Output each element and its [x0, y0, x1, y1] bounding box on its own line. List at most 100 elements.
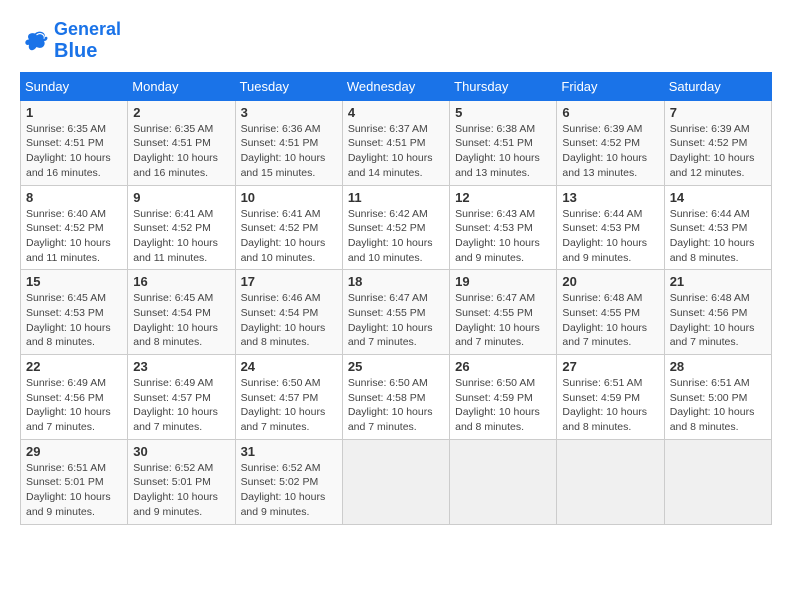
calendar-cell: 21 Sunrise: 6:48 AM Sunset: 4:56 PM Dayl… [664, 270, 771, 355]
calendar-cell: 9 Sunrise: 6:41 AM Sunset: 4:52 PM Dayli… [128, 185, 235, 270]
calendar-cell: 27 Sunrise: 6:51 AM Sunset: 4:59 PM Dayl… [557, 355, 664, 440]
page-header: General Blue [20, 20, 772, 62]
weekday-header-saturday: Saturday [664, 72, 771, 100]
calendar-cell: 30 Sunrise: 6:52 AM Sunset: 5:01 PM Dayl… [128, 439, 235, 524]
calendar-cell [450, 439, 557, 524]
day-number: 2 [133, 105, 229, 120]
weekday-header-tuesday: Tuesday [235, 72, 342, 100]
calendar-cell: 15 Sunrise: 6:45 AM Sunset: 4:53 PM Dayl… [21, 270, 128, 355]
calendar-cell: 14 Sunrise: 6:44 AM Sunset: 4:53 PM Dayl… [664, 185, 771, 270]
day-number: 1 [26, 105, 122, 120]
day-info: Sunrise: 6:52 AM Sunset: 5:01 PM Dayligh… [133, 461, 229, 520]
calendar-table: SundayMondayTuesdayWednesdayThursdayFrid… [20, 72, 772, 525]
day-info: Sunrise: 6:48 AM Sunset: 4:55 PM Dayligh… [562, 291, 658, 350]
day-info: Sunrise: 6:50 AM Sunset: 4:59 PM Dayligh… [455, 376, 551, 435]
day-number: 18 [348, 274, 444, 289]
day-info: Sunrise: 6:51 AM Sunset: 5:00 PM Dayligh… [670, 376, 766, 435]
day-number: 31 [241, 444, 337, 459]
day-info: Sunrise: 6:35 AM Sunset: 4:51 PM Dayligh… [26, 122, 122, 181]
day-info: Sunrise: 6:39 AM Sunset: 4:52 PM Dayligh… [670, 122, 766, 181]
calendar-cell: 18 Sunrise: 6:47 AM Sunset: 4:55 PM Dayl… [342, 270, 449, 355]
calendar-cell [664, 439, 771, 524]
weekday-header-sunday: Sunday [21, 72, 128, 100]
day-number: 30 [133, 444, 229, 459]
day-info: Sunrise: 6:35 AM Sunset: 4:51 PM Dayligh… [133, 122, 229, 181]
calendar-cell: 19 Sunrise: 6:47 AM Sunset: 4:55 PM Dayl… [450, 270, 557, 355]
day-number: 7 [670, 105, 766, 120]
day-info: Sunrise: 6:50 AM Sunset: 4:58 PM Dayligh… [348, 376, 444, 435]
calendar-cell: 22 Sunrise: 6:49 AM Sunset: 4:56 PM Dayl… [21, 355, 128, 440]
calendar-cell: 1 Sunrise: 6:35 AM Sunset: 4:51 PM Dayli… [21, 100, 128, 185]
weekday-header-wednesday: Wednesday [342, 72, 449, 100]
day-number: 28 [670, 359, 766, 374]
day-info: Sunrise: 6:51 AM Sunset: 5:01 PM Dayligh… [26, 461, 122, 520]
day-info: Sunrise: 6:43 AM Sunset: 4:53 PM Dayligh… [455, 207, 551, 266]
calendar-cell [557, 439, 664, 524]
day-number: 17 [241, 274, 337, 289]
calendar-cell: 25 Sunrise: 6:50 AM Sunset: 4:58 PM Dayl… [342, 355, 449, 440]
day-info: Sunrise: 6:51 AM Sunset: 4:59 PM Dayligh… [562, 376, 658, 435]
logo-icon [20, 26, 50, 56]
day-info: Sunrise: 6:46 AM Sunset: 4:54 PM Dayligh… [241, 291, 337, 350]
day-number: 23 [133, 359, 229, 374]
calendar-cell: 8 Sunrise: 6:40 AM Sunset: 4:52 PM Dayli… [21, 185, 128, 270]
calendar-cell: 17 Sunrise: 6:46 AM Sunset: 4:54 PM Dayl… [235, 270, 342, 355]
day-number: 12 [455, 190, 551, 205]
day-info: Sunrise: 6:41 AM Sunset: 4:52 PM Dayligh… [241, 207, 337, 266]
logo: General Blue [20, 20, 121, 62]
logo-text: General Blue [54, 20, 121, 62]
day-number: 24 [241, 359, 337, 374]
calendar-cell: 23 Sunrise: 6:49 AM Sunset: 4:57 PM Dayl… [128, 355, 235, 440]
weekday-header-monday: Monday [128, 72, 235, 100]
day-number: 20 [562, 274, 658, 289]
calendar-cell: 13 Sunrise: 6:44 AM Sunset: 4:53 PM Dayl… [557, 185, 664, 270]
day-number: 5 [455, 105, 551, 120]
calendar-cell [342, 439, 449, 524]
day-number: 10 [241, 190, 337, 205]
calendar-cell: 28 Sunrise: 6:51 AM Sunset: 5:00 PM Dayl… [664, 355, 771, 440]
day-number: 21 [670, 274, 766, 289]
day-info: Sunrise: 6:42 AM Sunset: 4:52 PM Dayligh… [348, 207, 444, 266]
day-info: Sunrise: 6:37 AM Sunset: 4:51 PM Dayligh… [348, 122, 444, 181]
day-info: Sunrise: 6:44 AM Sunset: 4:53 PM Dayligh… [670, 207, 766, 266]
day-info: Sunrise: 6:36 AM Sunset: 4:51 PM Dayligh… [241, 122, 337, 181]
day-info: Sunrise: 6:44 AM Sunset: 4:53 PM Dayligh… [562, 207, 658, 266]
calendar-cell: 4 Sunrise: 6:37 AM Sunset: 4:51 PM Dayli… [342, 100, 449, 185]
day-number: 22 [26, 359, 122, 374]
day-info: Sunrise: 6:45 AM Sunset: 4:54 PM Dayligh… [133, 291, 229, 350]
day-number: 4 [348, 105, 444, 120]
calendar-cell: 29 Sunrise: 6:51 AM Sunset: 5:01 PM Dayl… [21, 439, 128, 524]
day-number: 11 [348, 190, 444, 205]
calendar-cell: 7 Sunrise: 6:39 AM Sunset: 4:52 PM Dayli… [664, 100, 771, 185]
calendar-cell: 12 Sunrise: 6:43 AM Sunset: 4:53 PM Dayl… [450, 185, 557, 270]
calendar-cell: 2 Sunrise: 6:35 AM Sunset: 4:51 PM Dayli… [128, 100, 235, 185]
day-number: 27 [562, 359, 658, 374]
day-info: Sunrise: 6:45 AM Sunset: 4:53 PM Dayligh… [26, 291, 122, 350]
day-info: Sunrise: 6:49 AM Sunset: 4:57 PM Dayligh… [133, 376, 229, 435]
calendar-cell: 11 Sunrise: 6:42 AM Sunset: 4:52 PM Dayl… [342, 185, 449, 270]
calendar-cell: 16 Sunrise: 6:45 AM Sunset: 4:54 PM Dayl… [128, 270, 235, 355]
day-info: Sunrise: 6:48 AM Sunset: 4:56 PM Dayligh… [670, 291, 766, 350]
day-info: Sunrise: 6:50 AM Sunset: 4:57 PM Dayligh… [241, 376, 337, 435]
day-info: Sunrise: 6:38 AM Sunset: 4:51 PM Dayligh… [455, 122, 551, 181]
day-info: Sunrise: 6:47 AM Sunset: 4:55 PM Dayligh… [455, 291, 551, 350]
day-number: 14 [670, 190, 766, 205]
day-info: Sunrise: 6:47 AM Sunset: 4:55 PM Dayligh… [348, 291, 444, 350]
day-number: 29 [26, 444, 122, 459]
day-number: 9 [133, 190, 229, 205]
day-number: 8 [26, 190, 122, 205]
calendar-cell: 24 Sunrise: 6:50 AM Sunset: 4:57 PM Dayl… [235, 355, 342, 440]
calendar-cell: 20 Sunrise: 6:48 AM Sunset: 4:55 PM Dayl… [557, 270, 664, 355]
day-number: 16 [133, 274, 229, 289]
calendar-cell: 31 Sunrise: 6:52 AM Sunset: 5:02 PM Dayl… [235, 439, 342, 524]
weekday-header-friday: Friday [557, 72, 664, 100]
day-info: Sunrise: 6:41 AM Sunset: 4:52 PM Dayligh… [133, 207, 229, 266]
day-number: 25 [348, 359, 444, 374]
day-number: 15 [26, 274, 122, 289]
calendar-cell: 6 Sunrise: 6:39 AM Sunset: 4:52 PM Dayli… [557, 100, 664, 185]
day-number: 26 [455, 359, 551, 374]
day-number: 19 [455, 274, 551, 289]
weekday-header-thursday: Thursday [450, 72, 557, 100]
day-number: 3 [241, 105, 337, 120]
day-info: Sunrise: 6:40 AM Sunset: 4:52 PM Dayligh… [26, 207, 122, 266]
